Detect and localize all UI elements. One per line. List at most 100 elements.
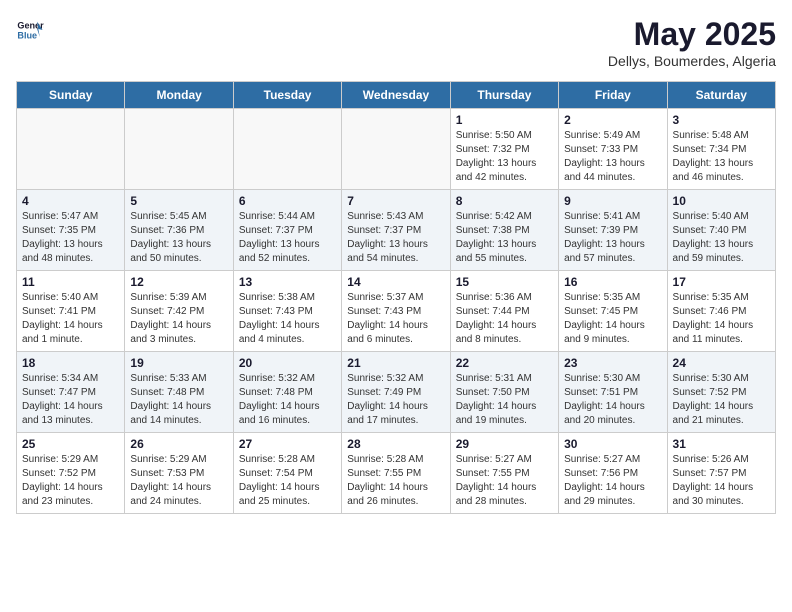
calendar-week-4: 18Sunrise: 5:34 AMSunset: 7:47 PMDayligh… — [17, 352, 776, 433]
day-info: Sunrise: 5:50 AMSunset: 7:32 PMDaylight:… — [456, 129, 553, 185]
table-row: 10 Sunrise: 5:40 AMSunset: 7:40 PMDayligh… — [667, 190, 775, 271]
calendar-week-3: 11 Sunrise: 5:40 AMSunset: 7:41 PMDayligh… — [17, 271, 776, 352]
table-row: 14Sunrise: 5:37 AMSunset: 7:43 PMDayligh… — [342, 271, 450, 352]
day-number: 20 — [239, 356, 336, 370]
day-info: Sunrise: 5:32 AMSunset: 7:48 PMDaylight:… — [239, 372, 336, 428]
col-monday: Monday — [125, 82, 233, 109]
table-row: 21 Sunrise: 5:32 AMSunset: 7:49 PMDayligh… — [342, 352, 450, 433]
table-row — [17, 109, 125, 190]
day-number: 28 — [347, 437, 444, 451]
day-number: 24 — [673, 356, 770, 370]
svg-text:Blue: Blue — [17, 30, 37, 40]
calendar-week-2: 4 Sunrise: 5:47 AMSunset: 7:35 PMDaylight… — [17, 190, 776, 271]
table-row — [233, 109, 341, 190]
table-row: 25 Sunrise: 5:29 AMSunset: 7:52 PMDayligh… — [17, 433, 125, 514]
table-row: 26Sunrise: 5:29 AMSunset: 7:53 PMDayligh… — [125, 433, 233, 514]
col-sunday: Sunday — [17, 82, 125, 109]
day-info: Sunrise: 5:47 AMSunset: 7:35 PMDaylight:… — [22, 210, 119, 266]
day-info: Sunrise: 5:29 AMSunset: 7:53 PMDaylight:… — [130, 453, 227, 509]
col-tuesday: Tuesday — [233, 82, 341, 109]
day-info: Sunrise: 5:43 AMSunset: 7:37 PMDaylight:… — [347, 210, 444, 266]
day-number: 5 — [130, 194, 227, 208]
day-number: 16 — [564, 275, 661, 289]
day-number: 1 — [456, 113, 553, 127]
col-wednesday: Wednesday — [342, 82, 450, 109]
table-row: 12 Sunrise: 5:39 AMSunset: 7:42 PMDayligh… — [125, 271, 233, 352]
day-info: Sunrise: 5:40 AMSunset: 7:41 PMDaylight:… — [22, 291, 119, 347]
day-info: Sunrise: 5:48 AMSunset: 7:34 PMDaylight:… — [673, 129, 770, 185]
table-row: 28 Sunrise: 5:28 AMSunset: 7:55 PMDayligh… — [342, 433, 450, 514]
day-info: Sunrise: 5:30 AMSunset: 7:51 PMDaylight:… — [564, 372, 661, 428]
day-info: Sunrise: 5:36 AMSunset: 7:44 PMDaylight:… — [456, 291, 553, 347]
day-number: 8 — [456, 194, 553, 208]
table-row: 4 Sunrise: 5:47 AMSunset: 7:35 PMDaylight… — [17, 190, 125, 271]
day-number: 14 — [347, 275, 444, 289]
day-info: Sunrise: 5:38 AMSunset: 7:43 PMDaylight:… — [239, 291, 336, 347]
table-row: 5 Sunrise: 5:45 AMSunset: 7:36 PMDaylight… — [125, 190, 233, 271]
day-number: 12 — [130, 275, 227, 289]
table-row: 9 Sunrise: 5:41 AMSunset: 7:39 PMDaylight… — [559, 190, 667, 271]
table-row: 15 Sunrise: 5:36 AMSunset: 7:44 PMDayligh… — [450, 271, 558, 352]
day-number: 4 — [22, 194, 119, 208]
day-info: Sunrise: 5:34 AMSunset: 7:47 PMDaylight:… — [22, 372, 119, 428]
calendar-table: Sunday Monday Tuesday Wednesday Thursday… — [16, 81, 776, 514]
month-title: May 2025 — [608, 16, 776, 53]
day-info: Sunrise: 5:49 AMSunset: 7:33 PMDaylight:… — [564, 129, 661, 185]
day-info: Sunrise: 5:32 AMSunset: 7:49 PMDaylight:… — [347, 372, 444, 428]
table-row: 31 Sunrise: 5:26 AMSunset: 7:57 PMDayligh… — [667, 433, 775, 514]
day-info: Sunrise: 5:39 AMSunset: 7:42 PMDaylight:… — [130, 291, 227, 347]
logo: General Blue — [16, 16, 44, 44]
calendar-header-row: Sunday Monday Tuesday Wednesday Thursday… — [17, 82, 776, 109]
table-row: 3Sunrise: 5:48 AMSunset: 7:34 PMDaylight… — [667, 109, 775, 190]
logo-icon: General Blue — [16, 16, 44, 44]
calendar-week-1: 1 Sunrise: 5:50 AMSunset: 7:32 PMDaylight… — [17, 109, 776, 190]
day-number: 15 — [456, 275, 553, 289]
table-row: 24 Sunrise: 5:30 AMSunset: 7:52 PMDayligh… — [667, 352, 775, 433]
day-info: Sunrise: 5:29 AMSunset: 7:52 PMDaylight:… — [22, 453, 119, 509]
day-number: 7 — [347, 194, 444, 208]
col-friday: Friday — [559, 82, 667, 109]
day-number: 11 — [22, 275, 119, 289]
day-number: 13 — [239, 275, 336, 289]
table-row: 18Sunrise: 5:34 AMSunset: 7:47 PMDayligh… — [17, 352, 125, 433]
table-row: 30 Sunrise: 5:27 AMSunset: 7:56 PMDayligh… — [559, 433, 667, 514]
day-info: Sunrise: 5:40 AMSunset: 7:40 PMDaylight:… — [673, 210, 770, 266]
day-number: 25 — [22, 437, 119, 451]
day-info: Sunrise: 5:35 AMSunset: 7:46 PMDaylight:… — [673, 291, 770, 347]
title-area: May 2025 Dellys, Boumerdes, Algeria — [608, 16, 776, 69]
location-title: Dellys, Boumerdes, Algeria — [608, 53, 776, 69]
day-number: 9 — [564, 194, 661, 208]
day-info: Sunrise: 5:28 AMSunset: 7:55 PMDaylight:… — [347, 453, 444, 509]
day-number: 6 — [239, 194, 336, 208]
day-number: 10 — [673, 194, 770, 208]
day-info: Sunrise: 5:31 AMSunset: 7:50 PMDaylight:… — [456, 372, 553, 428]
table-row: 20 Sunrise: 5:32 AMSunset: 7:48 PMDayligh… — [233, 352, 341, 433]
day-info: Sunrise: 5:44 AMSunset: 7:37 PMDaylight:… — [239, 210, 336, 266]
table-row: 19Sunrise: 5:33 AMSunset: 7:48 PMDayligh… — [125, 352, 233, 433]
day-number: 22 — [456, 356, 553, 370]
page-header: General Blue May 2025 Dellys, Boumerdes,… — [16, 16, 776, 69]
day-number: 29 — [456, 437, 553, 451]
table-row: 2Sunrise: 5:49 AMSunset: 7:33 PMDaylight… — [559, 109, 667, 190]
day-number: 21 — [347, 356, 444, 370]
table-row: 16Sunrise: 5:35 AMSunset: 7:45 PMDayligh… — [559, 271, 667, 352]
day-info: Sunrise: 5:45 AMSunset: 7:36 PMDaylight:… — [130, 210, 227, 266]
day-number: 31 — [673, 437, 770, 451]
table-row: 29Sunrise: 5:27 AMSunset: 7:55 PMDayligh… — [450, 433, 558, 514]
day-info: Sunrise: 5:26 AMSunset: 7:57 PMDaylight:… — [673, 453, 770, 509]
table-row — [125, 109, 233, 190]
col-thursday: Thursday — [450, 82, 558, 109]
table-row: 11 Sunrise: 5:40 AMSunset: 7:41 PMDayligh… — [17, 271, 125, 352]
calendar-week-5: 25 Sunrise: 5:29 AMSunset: 7:52 PMDayligh… — [17, 433, 776, 514]
table-row: 13 Sunrise: 5:38 AMSunset: 7:43 PMDayligh… — [233, 271, 341, 352]
day-info: Sunrise: 5:41 AMSunset: 7:39 PMDaylight:… — [564, 210, 661, 266]
col-saturday: Saturday — [667, 82, 775, 109]
day-number: 30 — [564, 437, 661, 451]
day-info: Sunrise: 5:30 AMSunset: 7:52 PMDaylight:… — [673, 372, 770, 428]
table-row: 23Sunrise: 5:30 AMSunset: 7:51 PMDayligh… — [559, 352, 667, 433]
day-number: 19 — [130, 356, 227, 370]
day-info: Sunrise: 5:28 AMSunset: 7:54 PMDaylight:… — [239, 453, 336, 509]
table-row: 7 Sunrise: 5:43 AMSunset: 7:37 PMDaylight… — [342, 190, 450, 271]
day-info: Sunrise: 5:42 AMSunset: 7:38 PMDaylight:… — [456, 210, 553, 266]
day-info: Sunrise: 5:27 AMSunset: 7:56 PMDaylight:… — [564, 453, 661, 509]
